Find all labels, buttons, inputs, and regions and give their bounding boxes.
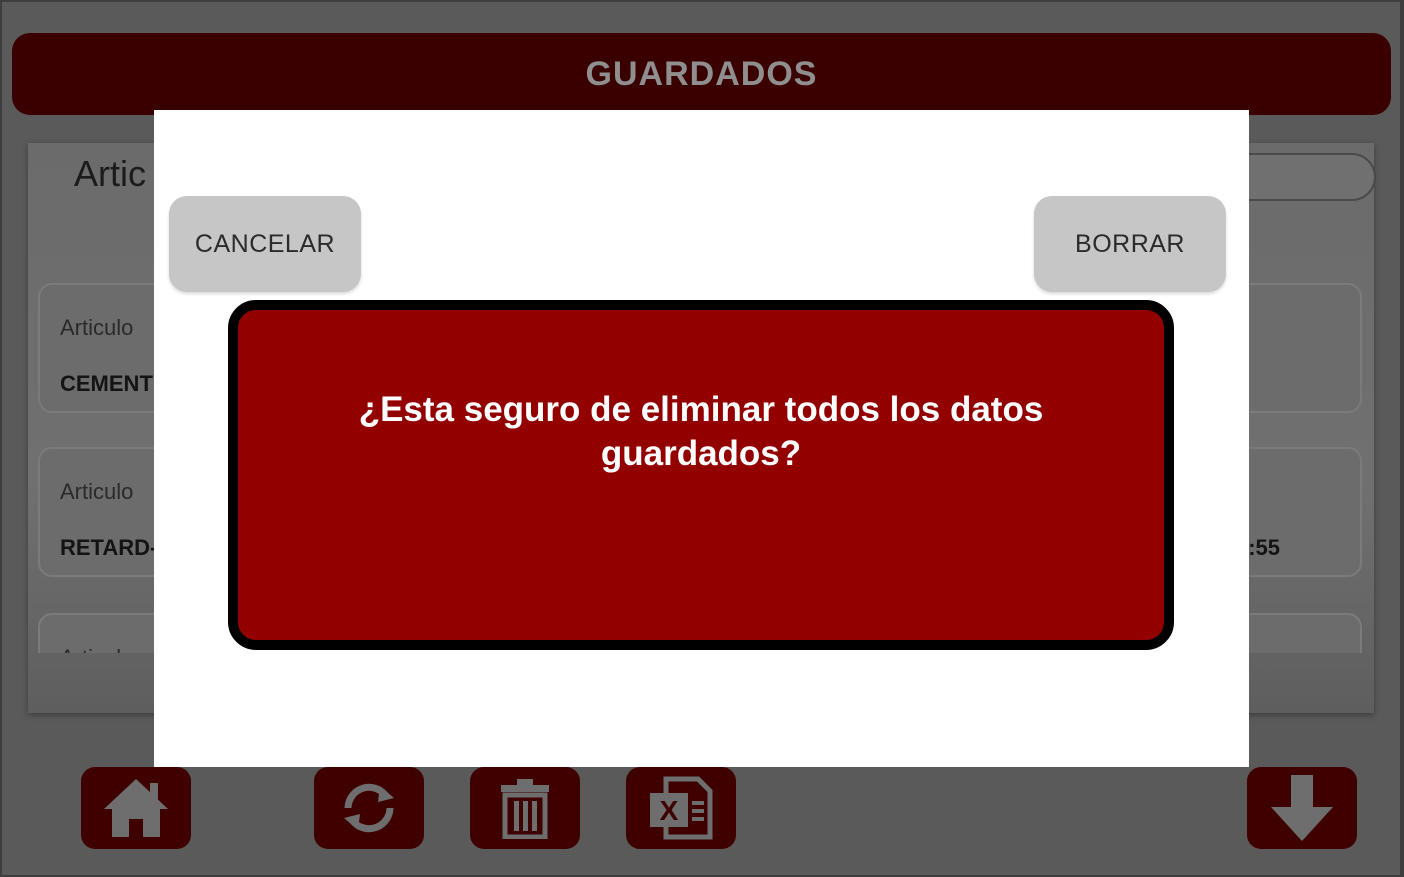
confirm-message-box: ¿Esta seguro de eliminar todos los datos… — [228, 300, 1174, 650]
header-bar: GUARDADOS — [12, 33, 1391, 115]
panel-title: Artic — [74, 153, 146, 194]
excel-icon: X — [650, 776, 713, 840]
export-excel-button[interactable]: X — [626, 767, 736, 849]
delete-all-button[interactable] — [470, 767, 580, 849]
delete-button[interactable]: BORRAR — [1034, 196, 1226, 292]
item-label: Articulo — [60, 479, 134, 504]
item-label: Articulo — [60, 315, 134, 340]
trash-icon — [501, 779, 549, 839]
download-arrow-icon — [1271, 775, 1333, 841]
svg-text:X: X — [660, 795, 679, 826]
home-icon — [104, 779, 168, 837]
refresh-icon — [344, 783, 394, 833]
page-title: GUARDADOS — [585, 54, 818, 93]
item-value: RETARD- — [60, 535, 158, 560]
home-button[interactable] — [81, 767, 191, 849]
item-time: :55 — [1248, 535, 1280, 560]
confirm-message: ¿Esta seguro de eliminar todos los datos… — [358, 390, 1044, 473]
confirm-delete-dialog: CANCELAR BORRAR ¿Esta seguro de eliminar… — [154, 110, 1249, 767]
item-value: CEMENT — [60, 371, 153, 396]
cancel-button[interactable]: CANCELAR — [169, 196, 361, 292]
download-button[interactable] — [1247, 767, 1357, 849]
refresh-button[interactable] — [314, 767, 424, 849]
item-label: Articulo — [60, 645, 133, 653]
